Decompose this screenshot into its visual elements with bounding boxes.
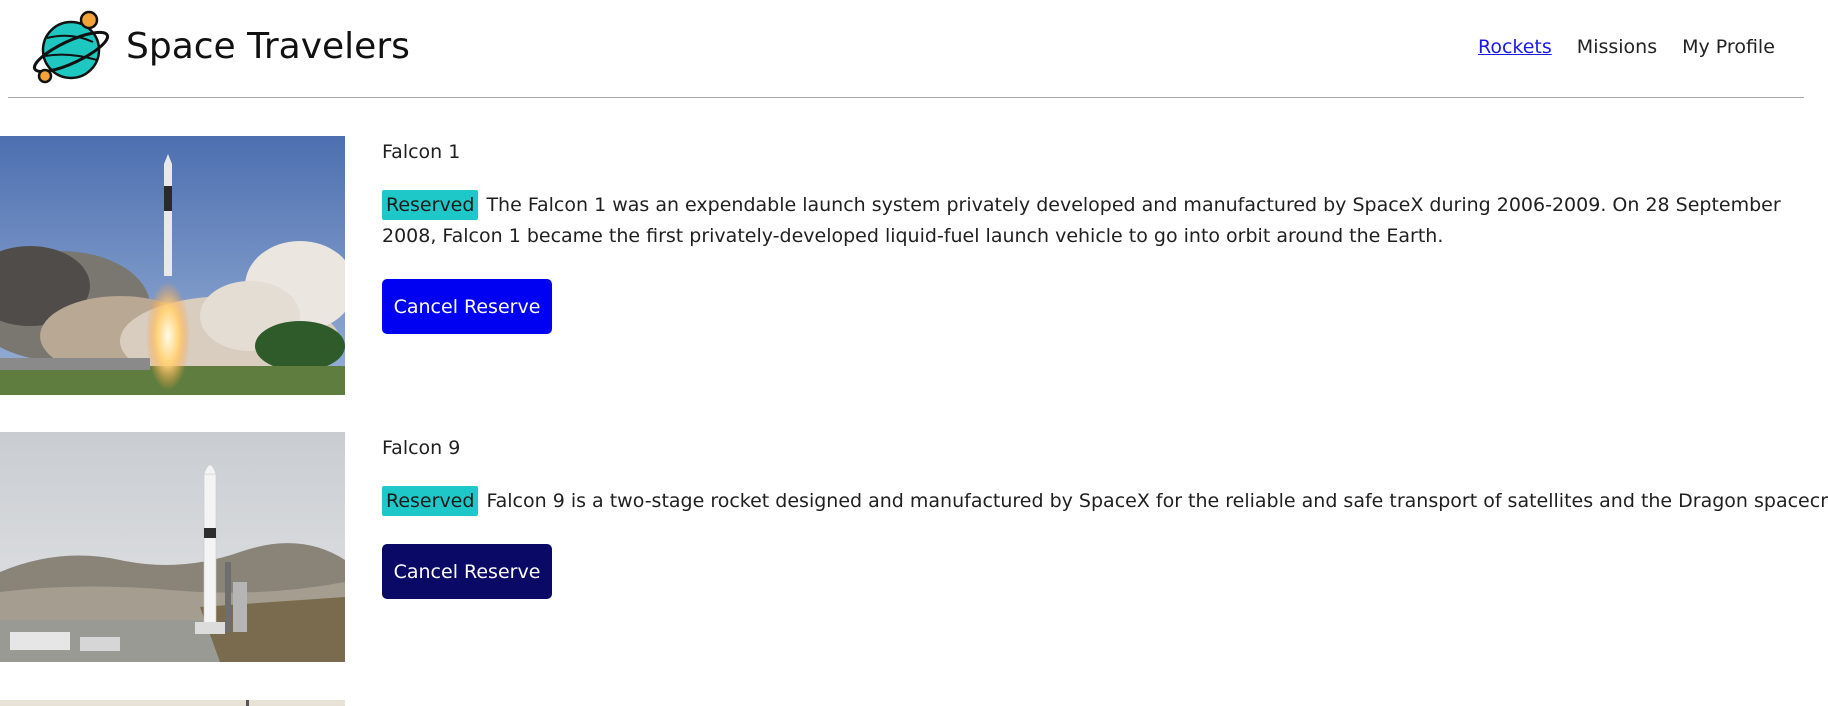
- nav-link-missions[interactable]: Missions: [1577, 33, 1657, 61]
- rocket-item-partial: [0, 700, 345, 706]
- planet-logo-icon[interactable]: [31, 8, 115, 88]
- cancel-reserve-button[interactable]: Cancel Reserve: [382, 279, 552, 334]
- main-nav: Rockets Missions My Profile: [1478, 33, 1775, 61]
- rocket-partial-silhouette: [246, 700, 249, 706]
- cancel-reserve-button[interactable]: Cancel Reserve: [382, 544, 552, 599]
- site-title: Space Travelers: [126, 26, 410, 67]
- reserved-badge: Reserved: [382, 486, 479, 516]
- rocket-name: Falcon 1: [382, 141, 461, 163]
- site-header: Space Travelers Rockets Missions My Prof…: [8, 0, 1804, 98]
- rocket-on-pad-photo: [0, 432, 345, 662]
- rocket-description: Reserved Falcon 9 is a two-stage rocket d…: [382, 486, 1828, 517]
- rocket-launch-photo: [0, 136, 345, 395]
- rocket-name: Falcon 9: [382, 437, 461, 459]
- nav-link-my-profile[interactable]: My Profile: [1682, 33, 1775, 61]
- reserved-badge: Reserved: [382, 190, 479, 220]
- rocket-description-text: Falcon 9 is a two-stage rocket designed …: [486, 490, 1828, 512]
- nav-link-rockets[interactable]: Rockets: [1478, 33, 1552, 61]
- rocket-description-text: The Falcon 1 was an expendable launch sy…: [382, 194, 1781, 247]
- rocket-description: Reserved The Falcon 1 was an expendable l…: [382, 190, 1828, 252]
